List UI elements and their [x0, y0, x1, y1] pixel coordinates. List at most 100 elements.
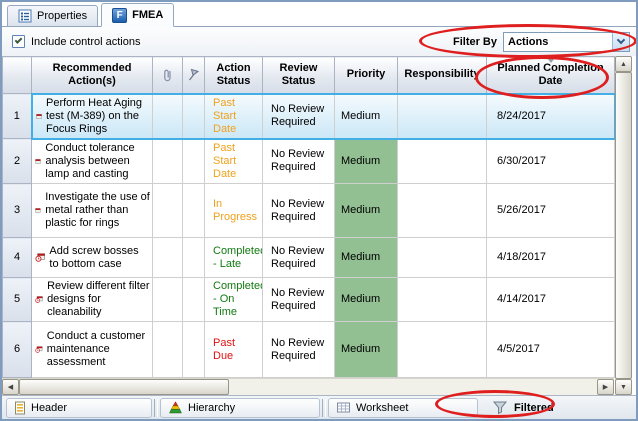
priority-cell[interactable]: Medium	[335, 238, 398, 278]
action-status-cell[interactable]: In Progress	[205, 184, 263, 238]
tab-hierarchy-view[interactable]: Hierarchy	[160, 398, 320, 418]
vertical-scroll-thumb[interactable]	[615, 72, 632, 379]
fmea-icon: F	[112, 8, 127, 23]
table-row[interactable]: 1 Perform Heat Aging test (M-389) on the…	[3, 94, 615, 139]
flag-cell[interactable]	[183, 139, 205, 184]
include-control-actions-checkbox[interactable]	[12, 35, 25, 48]
action-status-cell[interactable]: Past Start Date	[205, 94, 263, 139]
tab-hierarchy-label: Hierarchy	[188, 402, 235, 414]
col-header-flag[interactable]	[183, 57, 205, 94]
paperclip-icon	[161, 67, 174, 83]
scroll-left-icon: ◀	[8, 383, 13, 391]
priority-cell[interactable]: Medium	[335, 94, 398, 139]
planned-date-cell[interactable]: 4/14/2017	[487, 278, 615, 322]
col-header-action-status[interactable]: Action Status	[205, 57, 263, 94]
recommended-action-text: Add screw bosses to bottom case	[49, 245, 150, 271]
filter-by-dropdown[interactable]: Actions	[503, 32, 630, 52]
responsibility-cell[interactable]	[398, 322, 487, 378]
row-number[interactable]: 3	[3, 184, 32, 238]
planned-date-cell[interactable]: 8/24/2017	[487, 94, 615, 139]
table-row[interactable]: 6 Conduct a customer maintenance assessm…	[3, 322, 615, 378]
vertical-scrollbar[interactable]: ▲ ▼	[615, 56, 632, 395]
recommended-action-text: Conduct tolerance analysis between lamp …	[45, 142, 150, 181]
planned-date-cell[interactable]: 4/5/2017	[487, 322, 615, 378]
responsibility-cell[interactable]	[398, 278, 487, 322]
planned-date-cell[interactable]: 4/18/2017	[487, 238, 615, 278]
priority-cell[interactable]: Medium	[335, 184, 398, 238]
priority-cell[interactable]: Medium	[335, 139, 398, 184]
planned-date-cell[interactable]: 5/26/2017	[487, 184, 615, 238]
responsibility-cell[interactable]	[398, 139, 487, 184]
row-number[interactable]: 2	[3, 139, 32, 184]
horizontal-scroll-thumb[interactable]	[19, 379, 229, 395]
tab-worksheet-label: Worksheet	[356, 402, 408, 414]
priority-cell[interactable]: Medium	[335, 278, 398, 322]
review-status-cell[interactable]: No Review Required	[263, 94, 335, 139]
attachment-cell[interactable]	[153, 184, 183, 238]
attachment-cell[interactable]	[153, 238, 183, 278]
action-status-cell[interactable]: Completed - On Time	[205, 278, 263, 322]
dropdown-button[interactable]	[612, 33, 629, 51]
row-number[interactable]: 5	[3, 278, 32, 322]
priority-cell[interactable]: Medium	[335, 322, 398, 378]
tab-fmea[interactable]: F FMEA	[101, 3, 174, 27]
include-control-actions-label[interactable]: Include control actions	[31, 36, 140, 48]
table-row[interactable]: 2 Conduct tolerance analysis between lam…	[3, 139, 615, 184]
responsibility-cell[interactable]	[398, 238, 487, 278]
filtered-status[interactable]: Filtered	[492, 400, 554, 415]
review-status-cell[interactable]: No Review Required	[263, 139, 335, 184]
tab-properties[interactable]: Properties	[7, 5, 98, 26]
attachment-cell[interactable]	[153, 139, 183, 184]
calendar-icon	[36, 109, 43, 124]
review-status-cell[interactable]: No Review Required	[263, 278, 335, 322]
scroll-up-button[interactable]: ▲	[615, 56, 632, 72]
filter-by-label: Filter By	[453, 36, 497, 48]
horizontal-scroll-track[interactable]	[229, 379, 597, 395]
calendar-icon	[35, 203, 41, 218]
flag-cell[interactable]	[183, 322, 205, 378]
properties-icon	[18, 9, 32, 23]
horizontal-scrollbar[interactable]: ◀ ▶	[2, 378, 614, 395]
scroll-right-icon: ▶	[603, 383, 608, 391]
scroll-up-icon: ▲	[620, 61, 627, 68]
responsibility-cell[interactable]	[398, 184, 487, 238]
tab-header-view[interactable]: Header	[6, 398, 152, 418]
table-row[interactable]: 5 Review different filter designs for cl…	[3, 278, 615, 322]
flag-cell[interactable]	[183, 184, 205, 238]
flag-cell[interactable]	[183, 94, 205, 139]
worksheet-grid-icon	[336, 401, 351, 414]
col-header-priority[interactable]: Priority	[335, 57, 398, 94]
scroll-right-button[interactable]: ▶	[597, 379, 614, 395]
review-status-cell[interactable]: No Review Required	[263, 238, 335, 278]
row-number[interactable]: 1	[3, 94, 32, 139]
tab-worksheet-view[interactable]: Worksheet	[328, 398, 478, 418]
scroll-left-button[interactable]: ◀	[2, 379, 19, 395]
top-tab-strip: Properties F FMEA	[2, 2, 636, 27]
responsibility-cell[interactable]	[398, 94, 487, 139]
flag-cell[interactable]	[183, 238, 205, 278]
table-row[interactable]: 3 Investigate the use of metal rather th…	[3, 184, 615, 238]
table-row[interactable]: 4 Add screw bosses to bottom case Comple…	[3, 238, 615, 278]
review-status-cell[interactable]: No Review Required	[263, 184, 335, 238]
col-header-planned-completion-date[interactable]: Planned Completion Date	[487, 57, 615, 94]
attachment-cell[interactable]	[153, 94, 183, 139]
col-header-review-status[interactable]: Review Status	[263, 57, 335, 94]
flag-cell[interactable]	[183, 278, 205, 322]
tab-separator	[154, 399, 158, 417]
review-status-cell[interactable]: No Review Required	[263, 322, 335, 378]
col-header-responsibility[interactable]: Responsibility	[398, 57, 487, 94]
scroll-down-button[interactable]: ▼	[615, 379, 632, 395]
attachment-cell[interactable]	[153, 322, 183, 378]
col-header-attachment[interactable]	[153, 57, 183, 94]
planned-date-cell[interactable]: 6/30/2017	[487, 139, 615, 184]
action-status-cell[interactable]: Past Start Date	[205, 139, 263, 184]
row-number[interactable]: 6	[3, 322, 32, 378]
tab-separator	[322, 399, 326, 417]
actions-table: Recommended Action(s) Action Status Rev	[2, 56, 616, 378]
row-number[interactable]: 4	[3, 238, 32, 278]
attachment-cell[interactable]	[153, 278, 183, 322]
action-status-cell[interactable]: Completed - Late	[205, 238, 263, 278]
col-header-recommended-actions[interactable]: Recommended Action(s)	[32, 57, 153, 94]
filter-by-value[interactable]: Actions	[504, 36, 612, 48]
action-status-cell[interactable]: Past Due	[205, 322, 263, 378]
